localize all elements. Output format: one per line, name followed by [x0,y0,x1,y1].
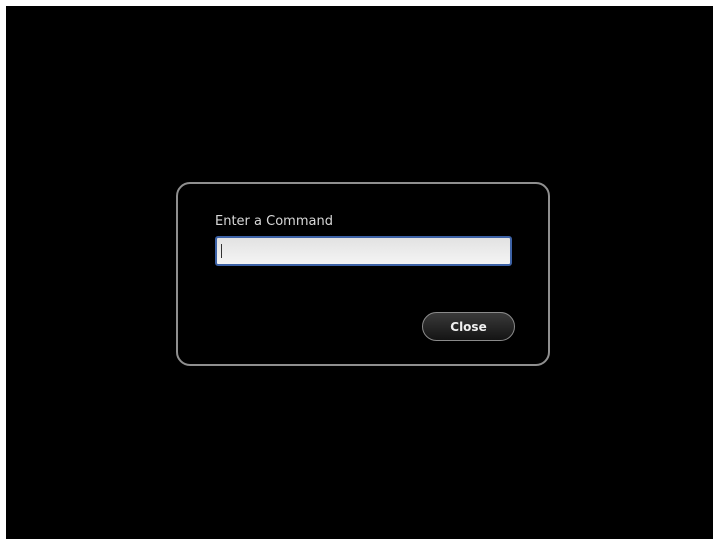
text-caret [221,244,222,258]
desktop-overlay: Enter a Command Close [6,6,713,539]
command-input[interactable] [215,236,512,266]
run-command-dialog: Enter a Command Close [176,182,550,366]
prompt-label: Enter a Command [215,214,333,229]
close-button[interactable]: Close [422,312,515,341]
